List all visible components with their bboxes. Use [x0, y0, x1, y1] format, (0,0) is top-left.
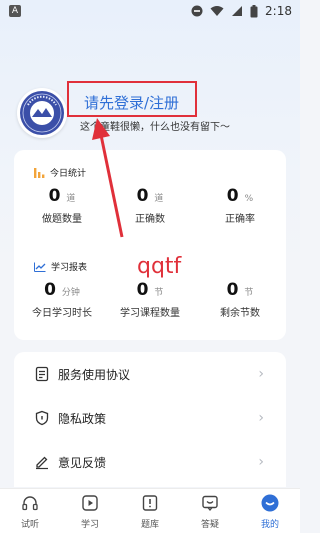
annotation-text: qqtf: [137, 254, 182, 279]
stat-label: 做题数量: [42, 214, 82, 225]
stat-unit: %: [244, 194, 254, 204]
study-report-header: 学习报表: [34, 260, 87, 273]
stat-label: 正确率: [225, 214, 255, 225]
dnd-icon: [191, 5, 203, 17]
stat-label: 正确数: [135, 214, 165, 225]
tab-label: 我的: [260, 520, 279, 530]
tab-mine[interactable]: 我的: [240, 489, 300, 533]
menu-card: 服务使用协议 › 隐私政策 › 意见反馈 ›: [14, 352, 286, 487]
menu-item-privacy-policy[interactable]: 隐私政策 ›: [14, 396, 286, 440]
line-chart-icon: [34, 262, 46, 272]
stats-card: 今日统计 0道 做题数量 0道 正确数 0% 正确率 学习报表 0 分钟 今日学习…: [14, 150, 286, 340]
bottom-tab-bar: 试听 学习 题库 答疑 我的: [0, 488, 300, 533]
menu-item-feedback[interactable]: 意见反馈 ›: [14, 440, 286, 484]
chevron-right-icon: ›: [258, 410, 264, 426]
stat-value: 0: [136, 280, 149, 300]
menu-item-label: 意见反馈: [58, 455, 107, 470]
document-icon: [35, 366, 49, 382]
stat-value: 0: [226, 280, 239, 300]
tab-study[interactable]: 学习: [60, 489, 120, 533]
login-register-link[interactable]: 请先登录/注册: [84, 92, 179, 113]
avatar[interactable]: [17, 88, 67, 138]
menu-item-service-agreement[interactable]: 服务使用协议 ›: [14, 352, 286, 396]
battery-icon: [250, 4, 258, 17]
stat-correct-count: 0道 正确数: [110, 186, 190, 225]
stat-value: 0: [136, 186, 149, 206]
menu-item-label: 服务使用协议: [58, 367, 131, 382]
pencil-icon: [36, 456, 48, 470]
stat-label: 今日学习时长: [32, 308, 92, 319]
today-stats-header: 今日统计: [34, 166, 86, 179]
tab-trial[interactable]: 试听: [0, 489, 60, 533]
stat-unit: 分钟: [61, 288, 80, 298]
stat-study-time: 0 分钟 今日学习时长: [22, 280, 102, 319]
app-notification-icon: A: [9, 5, 21, 17]
shield-icon: [35, 410, 49, 426]
bar-chart-icon: [34, 167, 45, 178]
stat-accuracy: 0% 正确率: [200, 186, 280, 225]
status-bar: A 2:18: [0, 0, 300, 22]
profile-tagline: 这个童鞋很懒，什么也没有留下～: [80, 122, 230, 133]
tab-label: 题库: [140, 520, 159, 530]
tab-qa[interactable]: 答疑: [180, 489, 240, 533]
stat-course-count: 0节 学习课程数量: [110, 280, 190, 319]
stat-unit: 节: [154, 288, 164, 298]
chevron-right-icon: ›: [258, 454, 264, 470]
tab-question-bank[interactable]: 题库: [120, 489, 180, 533]
status-time: 2:18: [265, 4, 292, 18]
signal-icon: [232, 6, 243, 16]
tab-label: 学习: [80, 520, 99, 530]
menu-item-label: 隐私政策: [58, 411, 107, 426]
stat-value: 0: [48, 186, 61, 206]
today-stats-title: 今日统计: [50, 169, 87, 179]
chat-icon: [202, 495, 218, 512]
avatar-logo: [20, 91, 64, 135]
chevron-right-icon: ›: [258, 366, 264, 382]
stat-label: 剩余节数: [220, 308, 260, 319]
profile-icon: [261, 494, 279, 512]
exam-icon: [142, 495, 158, 511]
stat-value: 0: [226, 186, 239, 206]
tab-label: 试听: [20, 520, 39, 530]
stat-remaining-lessons: 0节 剩余节数: [200, 280, 280, 319]
wifi-icon: [210, 6, 224, 16]
stat-label: 学习课程数量: [120, 308, 180, 319]
tab-label: 答疑: [200, 520, 219, 530]
stat-unit: 道: [154, 194, 164, 204]
stat-unit: 节: [244, 288, 254, 298]
headphones-icon: [22, 496, 38, 511]
play-icon: [82, 495, 98, 511]
stat-unit: 道: [66, 194, 76, 204]
study-report-title: 学习报表: [51, 263, 88, 273]
stat-question-count: 0道 做题数量: [22, 186, 102, 225]
stat-value: 0: [44, 280, 56, 300]
